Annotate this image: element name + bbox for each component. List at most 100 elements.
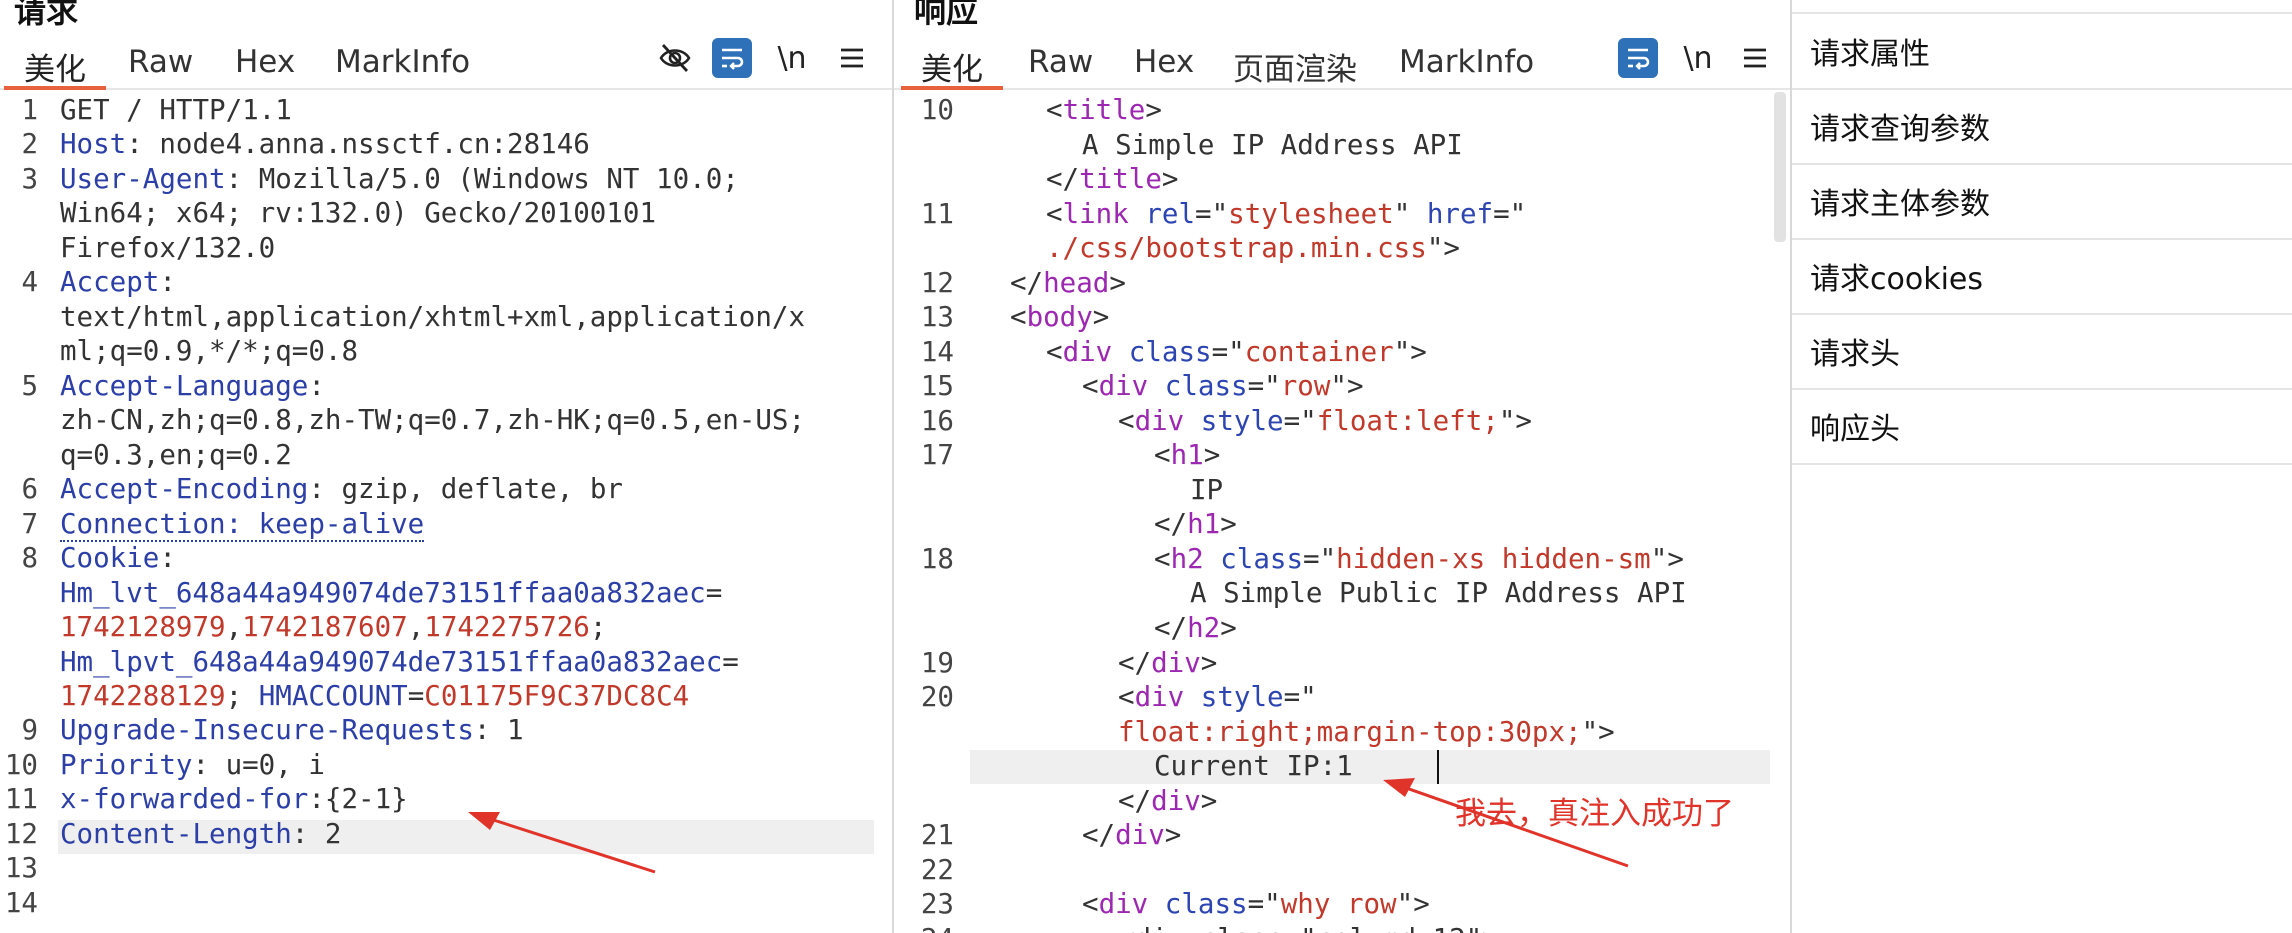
- header-key: Host: [60, 128, 127, 160]
- tab-beautify[interactable]: 美化: [901, 44, 1003, 90]
- sidebar-item-request-headers[interactable]: 请求头: [1792, 314, 2292, 390]
- line-number: 12: [920, 267, 954, 299]
- line-number: 24: [894, 923, 954, 933]
- header-host: Host: node4.anna.nssctf.cn:28146: [60, 128, 590, 160]
- line-number: 18: [920, 543, 954, 575]
- tab-page-render[interactable]: 页面渲染: [1231, 44, 1359, 89]
- header-value: : Mozilla/5.0 (Windows NT 10.0;: [225, 163, 739, 195]
- header-priority: Priority: u=0, i: [60, 749, 325, 781]
- line-number: 20: [920, 681, 954, 713]
- tab-hex[interactable]: Hex: [233, 44, 297, 80]
- header-connection-text: Connection: keep-alive: [60, 508, 425, 542]
- header-value: : gzip, deflate, br: [308, 473, 623, 505]
- sidebar-item-query-params[interactable]: 请求查询参数: [1792, 89, 2292, 165]
- code-punct: <: [1082, 888, 1099, 920]
- attr-name: class: [1128, 336, 1212, 368]
- header-accept-encoding: Accept-Encoding: gzip, deflate, br: [60, 473, 623, 505]
- newline-toggle[interactable]: \n: [772, 38, 812, 78]
- tab-beautify[interactable]: 美化: [4, 44, 106, 90]
- tag-name: title: [1062, 94, 1146, 126]
- tab-markinfo[interactable]: MarkInfo: [333, 44, 472, 80]
- code-line: <link rel="stylesheet" href=": [1046, 198, 1526, 230]
- request-editor[interactable]: 1 2 3 4 5 6 7 8 9 10 11 12 13 14 GET / H…: [0, 92, 892, 933]
- attr-name: class: [1164, 888, 1248, 920]
- header-value: :: [308, 370, 325, 402]
- menu-icon[interactable]: [832, 38, 872, 78]
- header-accept: Accept:: [60, 266, 176, 298]
- header-value: :{2-1}: [308, 783, 408, 815]
- line-number: 22: [920, 854, 954, 886]
- code-line: </div>: [1118, 785, 1217, 817]
- line-number: 17: [920, 439, 954, 471]
- tab-hex[interactable]: Hex: [1132, 44, 1196, 80]
- code-line: <title>: [1046, 94, 1162, 126]
- code-punct: ": [1498, 405, 1516, 437]
- header-value-wrap: Firefox/132.0: [60, 232, 276, 264]
- code-punct: </: [1010, 267, 1044, 299]
- tab-markinfo[interactable]: MarkInfo: [1397, 44, 1536, 80]
- header-upgrade: Upgrade-Insecure-Requests: 1: [60, 714, 524, 746]
- code-punct: </: [1118, 647, 1152, 679]
- header-key: Accept-Language: [60, 370, 309, 402]
- code-line: </h1>: [1154, 508, 1237, 540]
- code-punct: </: [1046, 163, 1080, 195]
- tag-name: div: [1134, 681, 1185, 713]
- code-punct: </: [1118, 785, 1152, 817]
- tab-raw[interactable]: Raw: [1026, 44, 1095, 80]
- tag-name: head: [1043, 267, 1110, 299]
- code-punct: =: [1195, 198, 1212, 230]
- code-line: </head>: [1010, 267, 1126, 299]
- eye-slash-icon[interactable]: [655, 38, 695, 78]
- menu-icon[interactable]: [1735, 38, 1775, 78]
- tag-name: h2: [1170, 543, 1204, 575]
- sidebar-item-body-params[interactable]: 请求主体参数: [1792, 164, 2292, 240]
- code-punct: <: [1118, 405, 1135, 437]
- request-tabs: 美化 Raw Hex MarkInfo: [0, 40, 892, 90]
- code-punct: >: [1203, 439, 1221, 471]
- code-line: float:right;margin-top:30px;">: [1118, 716, 1615, 748]
- cookie-eq: =: [705, 577, 723, 609]
- cookie-sep: ;: [225, 680, 259, 712]
- tag-name: div: [1098, 888, 1149, 920]
- header-user-agent: User-Agent: Mozilla/5.0 (Windows NT 10.0…: [60, 163, 739, 195]
- line-number: 13: [4, 852, 38, 884]
- header-key: Priority: [60, 749, 193, 781]
- line-number: 7: [21, 508, 38, 540]
- wrap-icon[interactable]: [712, 38, 752, 78]
- attr-name: style: [1200, 405, 1284, 437]
- code-punct: =: [1247, 888, 1265, 920]
- code-punct: </: [1154, 612, 1188, 644]
- sidebar-item-cookies[interactable]: 请求cookies: [1792, 239, 2292, 315]
- line-number: 3: [21, 163, 38, 195]
- cookie-sep: ,: [407, 611, 425, 643]
- line-number: 14: [4, 887, 38, 919]
- tag-name: body: [1026, 301, 1093, 333]
- request-pane: 请求 美化 Raw Hex MarkInfo \n 1 2 3 4 5 6 7 …: [0, 0, 894, 933]
- line-number: 10: [4, 749, 38, 781]
- header-key: Accept-Encoding: [60, 473, 309, 505]
- header-x-forwarded-for: x-forwarded-for:{2-1}: [60, 783, 408, 815]
- newline-toggle[interactable]: \n: [1678, 38, 1718, 78]
- code-punct: ": [1393, 198, 1411, 230]
- code-punct: ": [1650, 543, 1668, 575]
- line-number: 6: [21, 473, 38, 505]
- code-line: ./css/bootstrap.min.css">: [1046, 232, 1460, 264]
- line-number: 1: [21, 94, 38, 126]
- sidebar-item-response-headers[interactable]: 响应头: [1792, 389, 2292, 465]
- sidebar-item-request-attributes[interactable]: 请求属性: [1792, 14, 2292, 90]
- header-value: : 2: [291, 818, 342, 850]
- line-number: 19: [920, 647, 954, 679]
- cookie-sep: ,: [225, 611, 243, 643]
- code-punct: =: [1283, 405, 1301, 437]
- code-punct: ": [1300, 681, 1317, 713]
- cookie-value: 1742275726: [424, 611, 590, 643]
- attr-value: ./css/bootstrap.min.css: [1046, 232, 1427, 264]
- header-value-wrap: q=0.3,en;q=0.2: [60, 439, 292, 471]
- header-accept-language: Accept-Language:: [60, 370, 325, 402]
- code-punct: <: [1082, 370, 1099, 402]
- tab-raw[interactable]: Raw: [126, 44, 195, 80]
- code-line: </h2>: [1154, 612, 1237, 644]
- line-number: 14: [920, 336, 954, 368]
- wrap-icon[interactable]: [1618, 38, 1658, 78]
- code-punct: >: [1145, 94, 1162, 126]
